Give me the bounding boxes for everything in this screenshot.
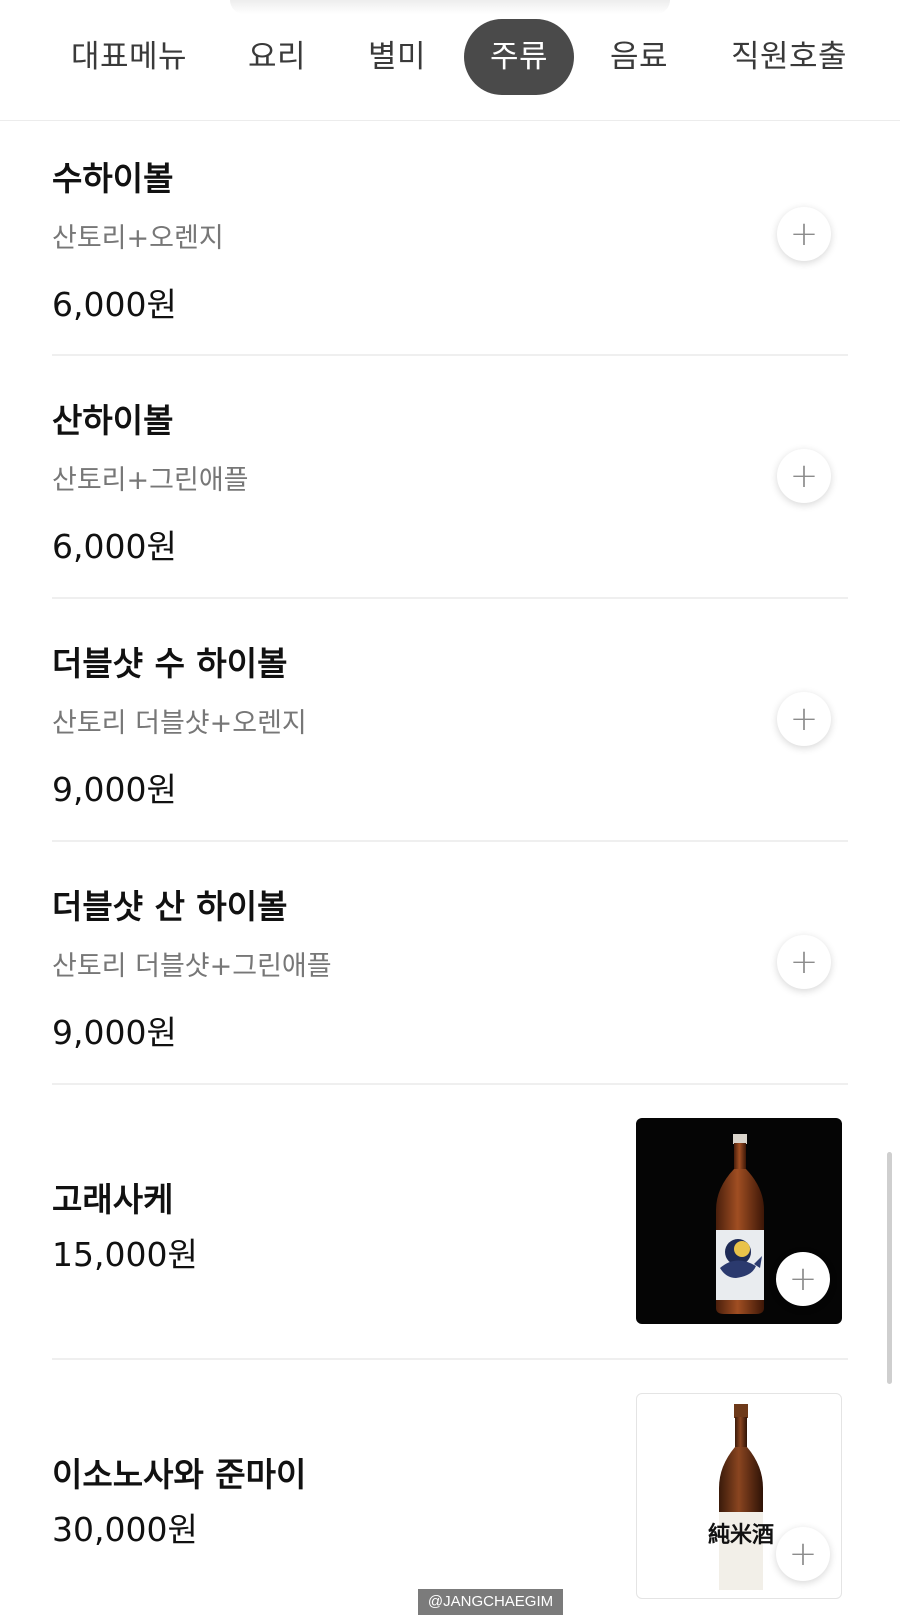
menu-item[interactable]: 고래사케 15,000원 + [52, 1118, 848, 1324]
scrollbar[interactable] [887, 1152, 892, 1384]
item-price: 6,000원 [52, 285, 177, 324]
item-divider [52, 840, 848, 842]
item-name: 고래사케 [52, 1180, 174, 1219]
item-name: 수하이볼 [52, 159, 174, 198]
menu-item[interactable]: 더블샷 수 하이볼 산토리 더블샷+오렌지 9,000원 + [52, 635, 848, 835]
item-divider [52, 1358, 848, 1360]
tab-specialties[interactable]: 별미 [352, 19, 442, 95]
add-to-cart-button[interactable]: + [777, 692, 831, 746]
menu-item[interactable]: 수하이볼 산토리+오렌지 6,000원 + [52, 150, 848, 350]
tab-beverages[interactable]: 음료 [594, 19, 684, 95]
item-name: 산하이볼 [52, 401, 174, 440]
item-price: 9,000원 [52, 770, 177, 809]
tab-call-staff[interactable]: 직원호출 [716, 19, 862, 95]
plus-icon: + [789, 699, 819, 739]
item-price: 9,000원 [52, 1013, 177, 1052]
item-description: 산토리+오렌지 [52, 223, 224, 254]
tab-alcohol[interactable]: 주류 [464, 19, 574, 95]
plus-icon: + [789, 214, 819, 254]
plus-icon: + [788, 1259, 818, 1299]
item-divider [52, 1083, 848, 1085]
item-divider [52, 354, 848, 356]
add-to-cart-button[interactable]: + [777, 935, 831, 989]
item-description: 산토리 더블샷+오렌지 [52, 708, 307, 739]
item-name: 더블샷 수 하이볼 [52, 644, 288, 683]
menu-item[interactable]: 더블샷 산 하이볼 산토리 더블샷+그린애플 9,000원 + [52, 878, 848, 1078]
plus-icon: + [788, 1534, 818, 1574]
plus-icon: + [789, 942, 819, 982]
add-to-cart-button[interactable]: + [776, 1252, 830, 1306]
item-name: 이소노사와 준마이 [52, 1455, 307, 1494]
bottle-label-text: 純米酒 [708, 1522, 774, 1548]
add-to-cart-button[interactable]: + [777, 207, 831, 261]
top-fade [230, 0, 670, 14]
menu-item[interactable]: 산하이볼 산토리+그린애플 6,000원 + [52, 392, 848, 592]
item-price: 6,000원 [52, 527, 177, 566]
item-description: 산토리+그린애플 [52, 465, 249, 496]
add-to-cart-button[interactable]: + [777, 449, 831, 503]
item-price: 15,000원 [52, 1235, 198, 1274]
tab-dishes[interactable]: 요리 [232, 19, 322, 95]
category-tab-bar: 대표메뉴 요리 별미 주류 음료 직원호출 [0, 0, 900, 121]
item-divider [52, 597, 848, 599]
item-price: 30,000원 [52, 1510, 198, 1549]
menu-item[interactable]: 이소노사와 준마이 30,000원 純米酒 + [52, 1393, 848, 1599]
tab-signature-menu[interactable]: 대표메뉴 [54, 19, 204, 95]
watermark: @JANGCHAEGIM [418, 1589, 563, 1615]
item-description: 산토리 더블샷+그린애플 [52, 951, 332, 982]
item-name: 더블샷 산 하이볼 [52, 887, 288, 926]
add-to-cart-button[interactable]: + [776, 1527, 830, 1581]
plus-icon: + [789, 456, 819, 496]
